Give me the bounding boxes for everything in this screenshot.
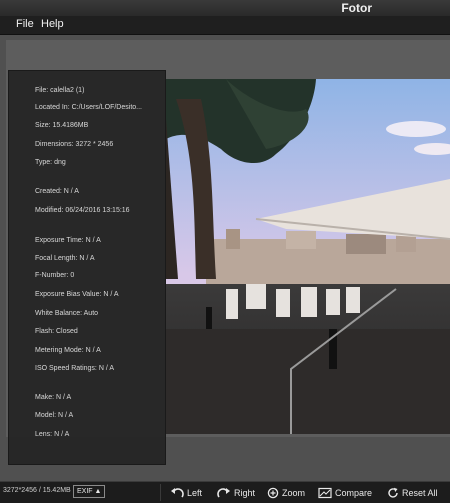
zoom-button[interactable]: Zoom <box>267 486 305 500</box>
info-make: Make: N / A <box>35 394 72 401</box>
info-flash: Flash: Closed <box>35 328 78 335</box>
info-lens: Lens: N / A <box>35 431 70 438</box>
info-focal-length: Focal Length: N / A <box>35 255 95 262</box>
triangle-up-icon: ▲ <box>94 488 102 495</box>
rotate-right-label: Right <box>234 488 256 498</box>
bottom-toolbar: 3272*2456 / 15.42MB EXIF ▲ Left Right Zo… <box>0 481 450 503</box>
toolbar-separator <box>160 484 161 501</box>
reset-icon <box>388 487 398 498</box>
info-exposure-bias: Exposure Bias Value: N / A <box>35 291 119 298</box>
info-file: File: calella2 (1) <box>35 87 85 94</box>
compare-button[interactable]: Compare <box>318 486 372 500</box>
rotate-left-icon <box>171 488 184 498</box>
info-located-in: Located In: C:/Users/LOF/Desito... <box>35 104 142 111</box>
info-type: Type: dng <box>35 159 66 166</box>
info-modified: Modified: 06/24/2016 13:15:16 <box>35 207 130 214</box>
info-exposure-time: Exposure Time: N / A <box>35 237 101 244</box>
photo-illustration <box>166 79 450 434</box>
app-title: Fotor <box>341 1 372 15</box>
compare-label: Compare <box>335 488 373 498</box>
info-created: Created: N / A <box>35 188 79 195</box>
compare-icon <box>318 487 332 499</box>
photo-preview[interactable] <box>166 79 450 434</box>
info-model: Model: N / A <box>35 412 74 419</box>
exif-info-panel: File: calella2 (1) Located In: C:/Users/… <box>8 70 166 465</box>
rotate-right-icon <box>217 488 230 498</box>
rotate-right-button[interactable]: Right <box>217 486 255 500</box>
info-f-number: F-Number: 0 <box>35 272 75 279</box>
zoom-label: Zoom <box>282 488 306 498</box>
info-metering-mode: Metering Mode: N / A <box>35 347 101 354</box>
info-iso: ISO Speed Ratings: N / A <box>35 365 114 372</box>
zoom-icon <box>267 487 279 499</box>
title-bar: Fotor <box>0 0 450 16</box>
rotate-left-label: Left <box>187 488 203 498</box>
menu-bar: File Help <box>0 16 450 35</box>
exif-label: EXIF <box>77 488 93 495</box>
image-dimensions-size: 3272*2456 / 15.42MB <box>3 487 71 494</box>
info-white-balance: White Balance: Auto <box>35 310 99 317</box>
reset-all-label: Reset All <box>402 488 438 498</box>
menu-help[interactable]: Help <box>41 18 64 30</box>
rotate-left-button[interactable]: Left <box>170 486 202 500</box>
menu-file[interactable]: File <box>16 18 34 30</box>
reset-all-button[interactable]: Reset All <box>387 486 438 500</box>
info-size: Size: 15.4186MB <box>35 122 89 129</box>
exif-toggle-button[interactable]: EXIF ▲ <box>73 485 106 498</box>
info-dimensions: Dimensions: 3272 * 2456 <box>35 141 114 148</box>
